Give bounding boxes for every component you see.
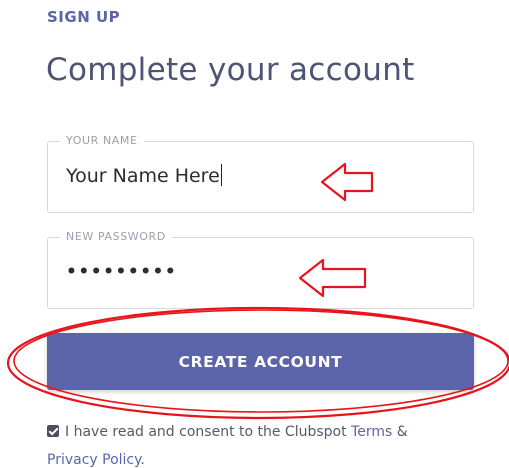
password-field[interactable]: NEW PASSWORD ••••••••• bbox=[47, 230, 474, 309]
text-caret bbox=[220, 164, 223, 186]
consent-row: I have read and consent to the Clubspot … bbox=[47, 418, 497, 468]
password-input[interactable]: ••••••••• bbox=[66, 262, 177, 282]
name-field[interactable]: YOUR NAME Your Name Here bbox=[47, 134, 474, 213]
password-field-label: NEW PASSWORD bbox=[60, 230, 172, 243]
signup-page: SIGN UP Complete your account YOUR NAME … bbox=[0, 0, 509, 468]
create-account-button[interactable]: CREATE ACCOUNT bbox=[47, 333, 474, 390]
name-input-value: Your Name Here bbox=[66, 165, 220, 187]
consent-text: I have read and consent to the Clubspot bbox=[65, 424, 347, 440]
consent-period: . bbox=[140, 452, 145, 468]
privacy-policy-link[interactable]: Privacy Policy bbox=[47, 452, 140, 468]
consent-ampersand: & bbox=[396, 424, 408, 440]
consent-checkbox[interactable] bbox=[47, 425, 59, 437]
terms-link[interactable]: Terms bbox=[351, 424, 392, 440]
signup-eyebrow: SIGN UP bbox=[47, 8, 121, 26]
page-title: Complete your account bbox=[46, 52, 415, 88]
name-field-label: YOUR NAME bbox=[60, 134, 144, 147]
name-input[interactable]: Your Name Here bbox=[66, 164, 223, 187]
